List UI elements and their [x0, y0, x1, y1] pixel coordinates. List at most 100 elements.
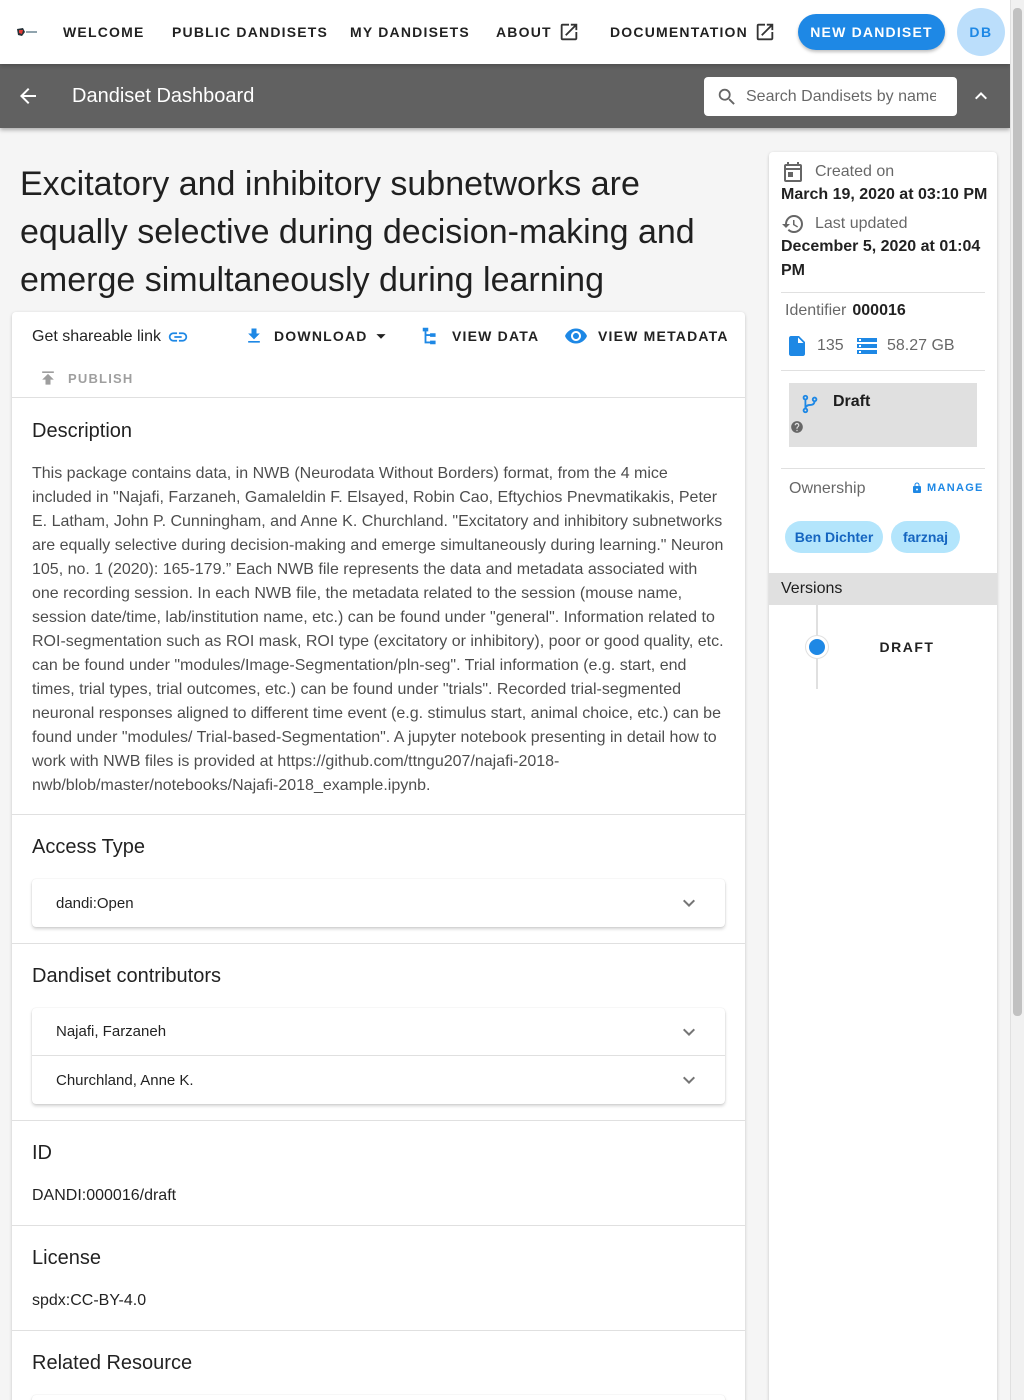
open-in-new-icon — [756, 23, 774, 41]
license-value: spdx:CC-BY-4.0 — [32, 1292, 147, 1309]
download-label: DOWNLOAD — [274, 328, 368, 344]
ownership-label: Ownership — [789, 480, 866, 497]
contributor-name: Najafi, Farzaneh — [56, 1023, 167, 1040]
nav-welcome[interactable]: WELCOME — [63, 0, 145, 64]
nav-about-label: ABOUT — [496, 24, 552, 40]
updated-value: December 5, 2020 at 01:04 PM — [781, 238, 981, 279]
access-type-panel: dandi:Open — [32, 879, 725, 927]
scrollbar-thumb[interactable] — [1013, 8, 1022, 1016]
dandiset-title: Excitatory and inhibitory subnetworks ar… — [20, 165, 695, 299]
dandiset-details-card: Get shareable link DOWNLOAD VIEW DATA VI… — [12, 312, 745, 1400]
version-status: Draft — [833, 393, 871, 410]
divider — [781, 468, 985, 469]
access-type-section: Access Type dandi:Open — [12, 815, 745, 944]
created-on: Created on — [781, 160, 894, 184]
view-data-label: VIEW DATA — [452, 328, 540, 344]
id-heading: ID — [32, 1142, 52, 1164]
manage-owners-button[interactable]: MANAGE — [911, 482, 984, 494]
search-input[interactable] — [746, 87, 936, 106]
id-section: ID DANDI:000016/draft — [12, 1121, 745, 1226]
publish-label: PUBLISH — [68, 370, 134, 386]
download-icon — [248, 328, 260, 343]
description-section: Description This package contains data, … — [12, 398, 745, 815]
shareable-link-label: Get shareable link — [32, 328, 161, 345]
shareable-link-button[interactable]: Get shareable link — [32, 326, 189, 348]
identifier-label: Identifier — [785, 302, 847, 319]
source-branch-icon — [802, 394, 818, 414]
version-status-box: Draft — [789, 383, 977, 447]
dandiset-size: 58.27 GB — [855, 334, 955, 358]
divider — [781, 292, 985, 293]
chevron-up-icon[interactable] — [969, 84, 993, 108]
dandi-logo-icon[interactable] — [16, 27, 38, 37]
contributors-panel: Najafi, Farzaneh Churchland, Anne K. — [32, 1008, 725, 1104]
history-icon — [782, 215, 803, 233]
identifier-value: 000016 — [852, 302, 906, 319]
search-icon — [718, 88, 735, 105]
dashboard-toolbar: Dandiset Dashboard — [0, 64, 1010, 128]
help-icon[interactable] — [790, 420, 804, 434]
chevron-down-icon — [683, 1076, 695, 1084]
action-bar: Get shareable link DOWNLOAD VIEW DATA VI… — [12, 312, 745, 398]
chevron-down-icon — [683, 899, 695, 907]
file-count: 135 — [785, 334, 844, 358]
contributor-name: Churchland, Anne K. — [56, 1071, 194, 1089]
download-button[interactable]: DOWNLOAD — [244, 324, 392, 348]
publish-icon — [42, 371, 54, 385]
access-type-row[interactable]: dandi:Open — [32, 879, 725, 927]
arrow-back-icon[interactable] — [16, 84, 40, 108]
user-avatar[interactable]: DB — [957, 8, 1005, 56]
license-section: License spdx:CC-BY-4.0 — [12, 1226, 745, 1331]
manage-label: MANAGE — [927, 482, 984, 494]
related-resource-panel — [32, 1395, 725, 1400]
created-label: Created on — [815, 163, 895, 180]
view-metadata-label: VIEW METADATA — [598, 328, 729, 344]
versions-heading: Versions — [769, 573, 997, 605]
page-scrollbar[interactable] — [1010, 0, 1024, 1400]
nav-documentation-label: DOCUMENTATION — [610, 24, 748, 40]
lock-icon — [913, 482, 921, 493]
file-icon — [789, 336, 805, 356]
view-metadata-button[interactable]: VIEW METADATA — [564, 324, 729, 348]
contributors-section: Dandiset contributors Najafi, Farzaneh C… — [12, 944, 745, 1121]
open-in-new-icon — [560, 23, 578, 41]
nav-public-dandisets[interactable]: PUBLIC DANDISETS — [172, 0, 328, 64]
version-dot — [806, 636, 828, 658]
description-text: This package contains data, in NWB (Neur… — [32, 465, 724, 794]
updated-label: Last updated — [815, 215, 908, 232]
size-value: 58.27 GB — [887, 337, 955, 354]
file-tree-icon — [422, 327, 436, 345]
identifier: Identifier 000016 — [785, 302, 906, 320]
license-heading: License — [32, 1247, 101, 1269]
created-value: March 19, 2020 at 03:10 PM — [781, 186, 988, 203]
publish-button[interactable]: PUBLISH — [38, 368, 133, 388]
contributor-row[interactable]: Najafi, Farzaneh — [32, 1008, 725, 1056]
related-resource-heading: Related Resource — [32, 1352, 193, 1374]
version-draft-button[interactable]: DRAFT — [863, 631, 951, 663]
contributor-row[interactable]: Churchland, Anne K. — [32, 1056, 725, 1104]
owner-chip[interactable]: farznaj — [891, 521, 960, 553]
new-dandiset-button[interactable]: NEW DANDISET — [798, 14, 945, 50]
dandiset-info-card: Created on March 19, 2020 at 03:10 PM La… — [769, 152, 997, 1400]
access-type-heading: Access Type — [32, 836, 146, 858]
view-data-button[interactable]: VIEW DATA — [420, 324, 539, 348]
toolbar-title: Dandiset Dashboard — [72, 85, 255, 107]
nav-my-dandisets[interactable]: MY DANDISETS — [350, 0, 470, 64]
top-app-bar: WELCOME PUBLIC DANDISETS MY DANDISETS AB… — [0, 0, 1010, 64]
access-type-value: dandi:Open — [56, 894, 134, 912]
calendar-icon — [784, 162, 802, 182]
eye-icon — [565, 328, 587, 344]
nav-documentation[interactable]: DOCUMENTATION — [610, 0, 776, 64]
chevron-down-icon — [683, 1028, 695, 1036]
description-heading: Description — [32, 420, 133, 442]
nav-about[interactable]: ABOUT — [496, 0, 580, 64]
divider — [781, 370, 985, 371]
search-box[interactable] — [704, 77, 957, 116]
owner-chip[interactable]: Ben Dichter — [785, 521, 883, 553]
last-updated: Last updated — [781, 212, 908, 236]
link-icon — [168, 332, 188, 342]
file-count-value: 135 — [817, 337, 844, 354]
storage-icon — [857, 338, 877, 354]
id-value: DANDI:000016/draft — [32, 1187, 177, 1204]
arrow-drop-down-icon — [376, 334, 386, 339]
